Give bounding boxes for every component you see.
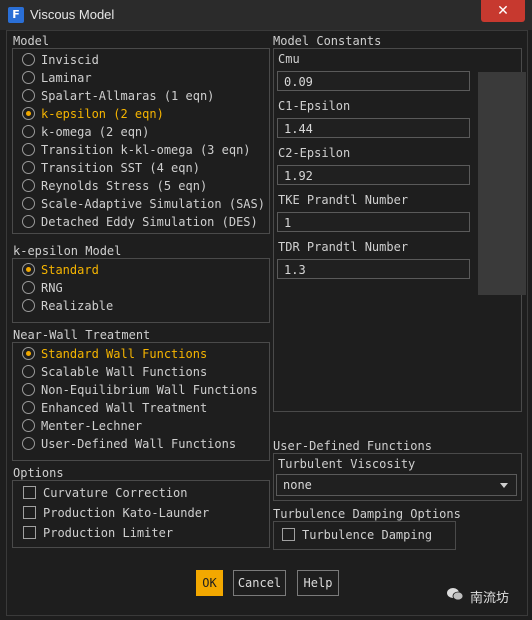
model-option-sas[interactable]: Scale-Adaptive Simulation (SAS) bbox=[22, 197, 265, 215]
option-label: Production Limiter bbox=[43, 526, 174, 540]
near-wall-option-enhanced[interactable]: Enhanced Wall Treatment bbox=[22, 401, 207, 419]
c2-epsilon-input[interactable]: 1.92 bbox=[277, 165, 470, 185]
model-option-des[interactable]: Detached Eddy Simulation (DES) bbox=[22, 215, 258, 233]
tke-prandtl-input[interactable]: 1 bbox=[277, 212, 470, 232]
cmu-label: Cmu bbox=[278, 52, 300, 66]
radio-icon[interactable] bbox=[22, 419, 35, 432]
model-option-laminar[interactable]: Laminar bbox=[22, 71, 92, 89]
model-option-spalart-allmaras[interactable]: Spalart-Allmaras (1 eqn) bbox=[22, 89, 214, 107]
option-label: Transition SST (4 eqn) bbox=[41, 161, 200, 175]
model-option-inviscid[interactable]: Inviscid bbox=[22, 53, 99, 71]
radio-selected-icon[interactable] bbox=[22, 107, 35, 120]
near-wall-option-user-defined[interactable]: User-Defined Wall Functions bbox=[22, 437, 236, 455]
near-wall-option-standard[interactable]: Standard Wall Functions bbox=[22, 347, 207, 365]
radio-icon[interactable] bbox=[22, 143, 35, 156]
model-section-label: Model bbox=[13, 34, 50, 48]
option-label: RNG bbox=[41, 281, 63, 295]
model-option-transition-kkl[interactable]: Transition k-kl-omega (3 eqn) bbox=[22, 143, 251, 161]
model-option-k-epsilon[interactable]: k-epsilon (2 eqn) bbox=[22, 107, 164, 125]
checkbox-icon[interactable] bbox=[23, 526, 36, 539]
near-wall-option-scalable[interactable]: Scalable Wall Functions bbox=[22, 365, 207, 383]
near-wall-option-menter-lechner[interactable]: Menter-Lechner bbox=[22, 419, 142, 437]
tdr-prandtl-input[interactable]: 1.3 bbox=[277, 259, 470, 279]
option-label: Turbulence Damping bbox=[302, 528, 433, 542]
near-wall-option-non-equilibrium[interactable]: Non-Equilibrium Wall Functions bbox=[22, 383, 258, 401]
turbulent-viscosity-select[interactable]: none bbox=[276, 474, 517, 496]
radio-icon[interactable] bbox=[22, 437, 35, 450]
model-constants-label: Model Constants bbox=[273, 34, 382, 48]
tdr-prandtl-label: TDR Prandtl Number bbox=[278, 240, 409, 254]
option-label: Curvature Correction bbox=[43, 486, 188, 500]
option-production-limiter[interactable]: Production Limiter bbox=[23, 526, 173, 544]
k-epsilon-option-standard[interactable]: Standard bbox=[22, 263, 99, 281]
cmu-input[interactable]: 0.09 bbox=[277, 71, 470, 91]
radio-icon[interactable] bbox=[22, 401, 35, 414]
radio-icon[interactable] bbox=[22, 299, 35, 312]
cancel-button[interactable]: Cancel bbox=[233, 570, 286, 596]
tke-prandtl-label: TKE Prandtl Number bbox=[278, 193, 409, 207]
option-label: Production Kato-Launder bbox=[43, 506, 210, 520]
radio-icon[interactable] bbox=[22, 215, 35, 228]
option-label: Non-Equilibrium Wall Functions bbox=[41, 383, 258, 397]
option-label: Standard Wall Functions bbox=[41, 347, 208, 361]
damping-section-label: Turbulence Damping Options bbox=[273, 507, 461, 521]
radio-icon[interactable] bbox=[22, 365, 35, 378]
window-title: Viscous Model bbox=[30, 7, 115, 22]
c1-epsilon-label: C1-Epsilon bbox=[278, 99, 351, 113]
ok-button[interactable]: OK bbox=[196, 570, 223, 596]
close-button[interactable]: ✕ bbox=[481, 0, 525, 22]
radio-icon[interactable] bbox=[22, 179, 35, 192]
udf-section-label: User-Defined Functions bbox=[273, 439, 432, 453]
options-section-label: Options bbox=[13, 466, 64, 480]
radio-icon[interactable] bbox=[22, 197, 35, 210]
option-label: Standard bbox=[41, 263, 99, 277]
option-label: Scalable Wall Functions bbox=[41, 365, 208, 379]
model-option-transition-sst[interactable]: Transition SST (4 eqn) bbox=[22, 161, 200, 179]
option-label: Laminar bbox=[41, 71, 92, 85]
option-label: Scale-Adaptive Simulation (SAS) bbox=[41, 197, 265, 211]
option-label: k-epsilon (2 eqn) bbox=[41, 107, 164, 121]
option-label: Enhanced Wall Treatment bbox=[41, 401, 208, 415]
near-wall-section-label: Near-Wall Treatment bbox=[13, 328, 151, 342]
option-label: Inviscid bbox=[41, 53, 99, 67]
c1-epsilon-input[interactable]: 1.44 bbox=[277, 118, 470, 138]
model-option-reynolds-stress[interactable]: Reynolds Stress (5 eqn) bbox=[22, 179, 207, 197]
option-label: Menter-Lechner bbox=[41, 419, 143, 433]
option-label: k-omega (2 eqn) bbox=[41, 125, 150, 139]
option-label: User-Defined Wall Functions bbox=[41, 437, 237, 451]
c2-epsilon-label: C2-Epsilon bbox=[278, 146, 351, 160]
watermark-text: 南流坊 bbox=[470, 591, 510, 606]
radio-icon[interactable] bbox=[22, 125, 35, 138]
wechat-logo-icon bbox=[447, 588, 463, 601]
turbulence-damping-checkbox[interactable]: Turbulence Damping bbox=[282, 528, 432, 546]
radio-selected-icon[interactable] bbox=[22, 263, 35, 276]
constants-scrollbar[interactable] bbox=[478, 72, 526, 295]
option-label: Realizable bbox=[41, 299, 114, 313]
option-label: Reynolds Stress (5 eqn) bbox=[41, 179, 208, 193]
radio-icon[interactable] bbox=[22, 161, 35, 174]
radio-icon[interactable] bbox=[22, 89, 35, 102]
help-button[interactable]: Help bbox=[297, 570, 339, 596]
select-value: none bbox=[283, 478, 312, 492]
option-production-kato-launder[interactable]: Production Kato-Launder bbox=[23, 506, 209, 524]
radio-icon[interactable] bbox=[22, 383, 35, 396]
option-label: Spalart-Allmaras (1 eqn) bbox=[41, 89, 215, 103]
radio-selected-icon[interactable] bbox=[22, 347, 35, 360]
model-option-k-omega[interactable]: k-omega (2 eqn) bbox=[22, 125, 149, 143]
radio-icon[interactable] bbox=[22, 53, 35, 66]
checkbox-icon[interactable] bbox=[23, 486, 36, 499]
chevron-down-icon[interactable] bbox=[500, 483, 508, 488]
radio-icon[interactable] bbox=[22, 281, 35, 294]
option-label: Transition k-kl-omega (3 eqn) bbox=[41, 143, 251, 157]
option-label: Detached Eddy Simulation (DES) bbox=[41, 215, 258, 229]
checkbox-icon[interactable] bbox=[23, 506, 36, 519]
turbulent-viscosity-label: Turbulent Viscosity bbox=[278, 457, 416, 471]
radio-icon[interactable] bbox=[22, 71, 35, 84]
option-curvature-correction[interactable]: Curvature Correction bbox=[23, 486, 188, 504]
k-epsilon-option-rng[interactable]: RNG bbox=[22, 281, 63, 299]
k-epsilon-option-realizable[interactable]: Realizable bbox=[22, 299, 113, 317]
k-epsilon-section-label: k-epsilon Model bbox=[13, 244, 122, 258]
app-icon: F bbox=[8, 7, 24, 23]
checkbox-icon[interactable] bbox=[282, 528, 295, 541]
